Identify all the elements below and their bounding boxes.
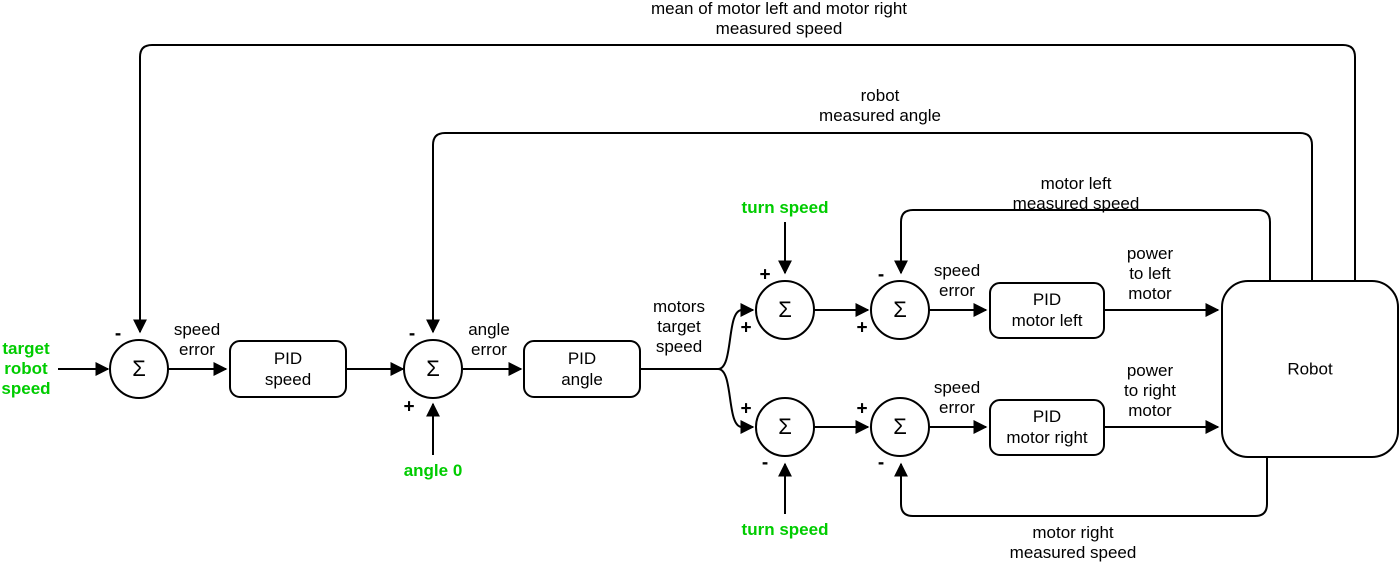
sign-ml-speed-minus: - — [877, 264, 885, 286]
pid-motor-right-line1: PID — [1032, 407, 1062, 426]
sign-mr-speed-minus: - — [877, 452, 885, 474]
signal-label-mean-measured-speed: mean of motor left and motor right measu… — [650, 0, 908, 38]
signal-label-power-to-left-motor: power to left motor — [1126, 244, 1174, 303]
sum-angle-symbol: Σ — [426, 356, 440, 381]
signal-label-speed-error-left: speed error — [933, 261, 981, 300]
pid-motor-left-line2: motor left — [1011, 311, 1083, 330]
sign-sum-speed-minus: - — [114, 323, 122, 345]
pid-motor-right-label: PID motor right — [1006, 406, 1087, 448]
sum-motor-right-speed-symbol: Σ — [893, 414, 907, 439]
diagram-wiring — [58, 44, 1399, 517]
sign-mr-turn-minus: - — [761, 452, 769, 474]
input-label-angle-0: angle 0 — [403, 461, 463, 480]
input-label-turn-speed-left: turn speed — [741, 198, 829, 217]
signal-label-motor-right-measured-speed: motor right measured speed — [1009, 523, 1137, 562]
pid-angle-line2: angle — [561, 370, 603, 389]
sign-mr-turn-plus: + — [740, 398, 752, 420]
signal-label-motor-left-measured-speed: motor left measured speed — [1012, 174, 1140, 213]
sign-ml-turn-plus-top: + — [759, 264, 771, 286]
sign-sum-angle-plus: + — [403, 396, 415, 418]
pid-motor-left-label: PID motor left — [1012, 289, 1083, 331]
pid-speed-line1: PID — [273, 349, 303, 368]
signal-label-motors-target-speed: motors target speed — [653, 297, 705, 356]
signal-label-speed-error-right: speed error — [933, 378, 981, 417]
signal-label-angle-error: angle error — [468, 320, 510, 359]
pid-motor-right-line2: motor right — [1006, 428, 1088, 447]
pid-motor-left-line1: PID — [1032, 290, 1062, 309]
pid-angle-line1: PID — [567, 349, 597, 368]
sum-motor-left-turn-symbol: Σ — [778, 297, 792, 322]
input-label-target-robot-speed: target robot speed — [1, 339, 51, 398]
sign-ml-turn-plus-left: + — [740, 317, 752, 339]
pid-speed-label: PID speed — [265, 348, 311, 390]
sign-ml-speed-plus: + — [856, 317, 868, 339]
pid-speed-line2: speed — [264, 370, 312, 389]
pid-angle-label: PID angle — [561, 348, 603, 390]
sign-mr-speed-plus: + — [856, 398, 868, 420]
signal-label-speed-error: speed error — [173, 320, 221, 359]
sum-speed-symbol: Σ — [132, 356, 146, 381]
signal-label-power-to-right-motor: power to right motor — [1124, 361, 1176, 420]
robot-label: Robot — [1287, 359, 1333, 379]
signal-label-robot-measured-angle: robot measured angle — [819, 86, 941, 125]
block-diagram-canvas: target robot speed angle 0 turn speed tu… — [0, 0, 1400, 565]
input-label-turn-speed-right: turn speed — [741, 520, 829, 539]
sum-motor-left-speed-symbol: Σ — [893, 297, 907, 322]
sign-sum-angle-minus: - — [408, 323, 416, 345]
wire-feedback-motor-right-speed — [894, 457, 1268, 517]
sum-motor-right-turn-symbol: Σ — [778, 414, 792, 439]
